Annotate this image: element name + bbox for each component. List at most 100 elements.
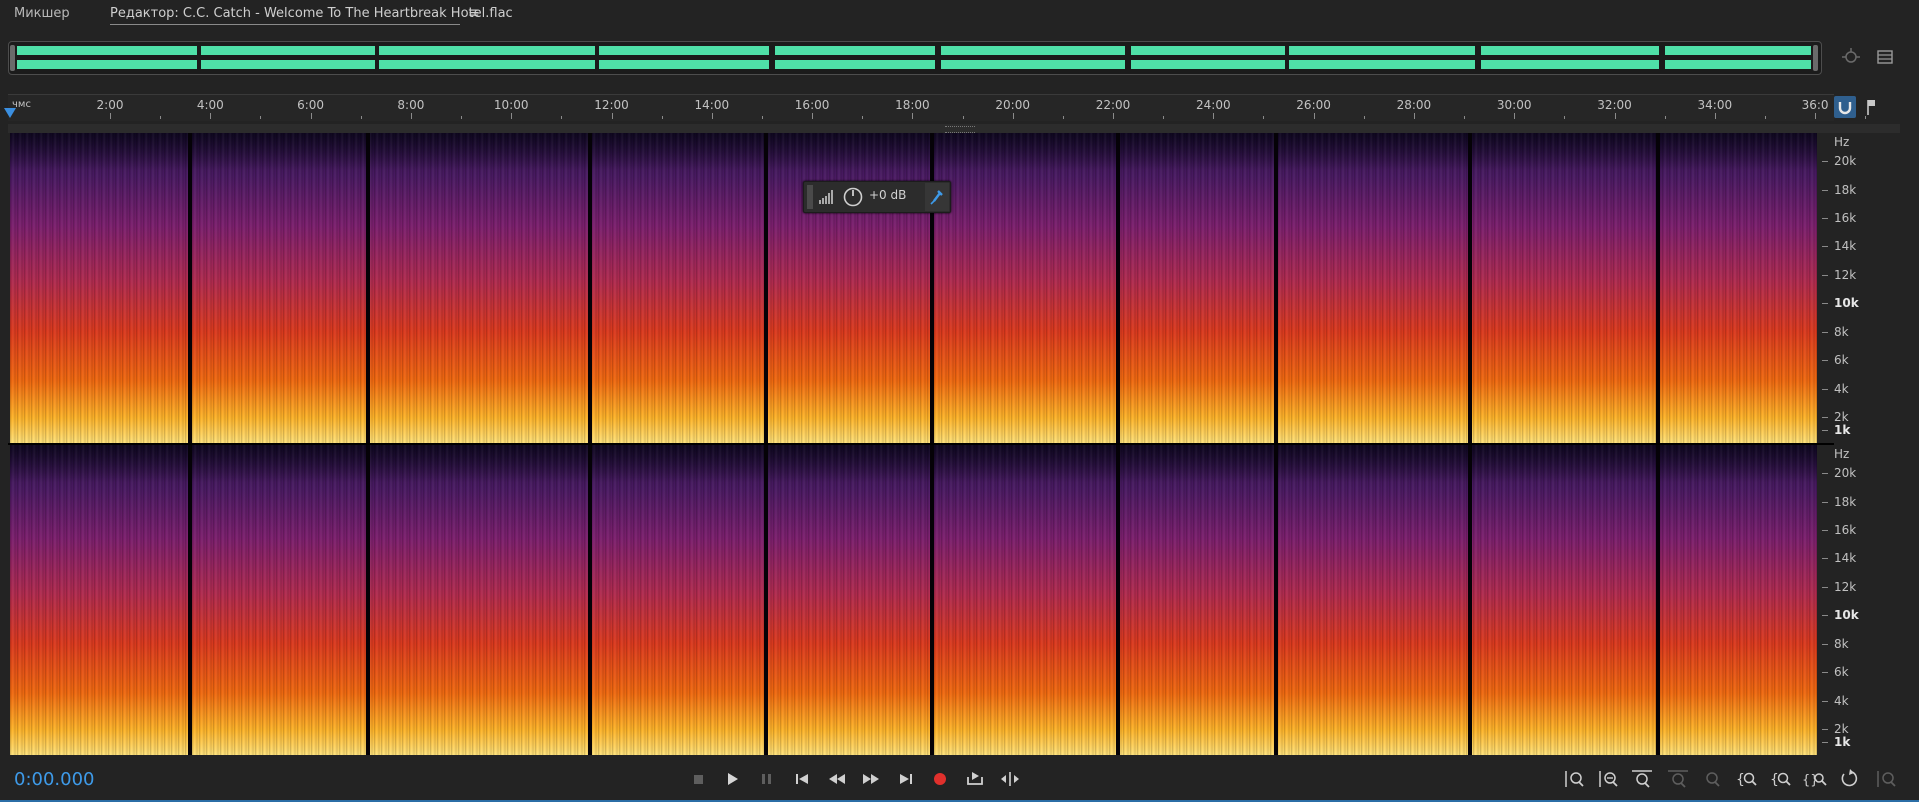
ruler-label: 10:00 bbox=[493, 98, 529, 112]
hud-pin-button[interactable] bbox=[925, 183, 949, 211]
ruler-minor-tick bbox=[461, 116, 463, 119]
hz-unit: Hz bbox=[1834, 135, 1850, 149]
overview-segment bbox=[1131, 60, 1285, 69]
hz-tick bbox=[1822, 417, 1828, 418]
rewind-icon[interactable] bbox=[824, 768, 850, 790]
zoom-in-point-icon[interactable]: { bbox=[1734, 768, 1760, 790]
hz-tick bbox=[1822, 389, 1828, 390]
pause-icon[interactable] bbox=[753, 768, 779, 790]
hz-tick bbox=[1822, 644, 1828, 645]
ruler-minor-tick bbox=[761, 116, 763, 119]
overview-segment bbox=[17, 46, 197, 55]
hud-volume[interactable]: +0 dB bbox=[803, 181, 951, 213]
spectrogram-channel-right[interactable] bbox=[10, 445, 1817, 755]
track-gap bbox=[1656, 445, 1660, 755]
zoom-selection-icon[interactable] bbox=[1700, 768, 1726, 790]
ruler-label: 14:00 bbox=[694, 98, 730, 112]
overview-right-handle[interactable] bbox=[1813, 45, 1818, 71]
ruler-minor-tick bbox=[1163, 116, 1165, 119]
hz-tick bbox=[1822, 360, 1828, 361]
zoom-reset-icon[interactable] bbox=[1840, 46, 1862, 68]
time-ruler[interactable]: чмс 2:00 4:00 6:00 8:00 10:00 12:00 14:00 16:00… bbox=[8, 94, 1867, 121]
overview-segment bbox=[1289, 60, 1475, 69]
ruler-label: 32:00 bbox=[1597, 98, 1632, 112]
ruler-major-tick bbox=[1514, 113, 1516, 119]
hud-volume-value[interactable]: +0 dB bbox=[869, 188, 906, 202]
zoom-in-time-icon[interactable] bbox=[1630, 768, 1656, 790]
record-icon[interactable] bbox=[927, 768, 953, 790]
hz-label: 18k bbox=[1834, 495, 1857, 509]
tab-bar: Микшер Редактор: C.C. Catch - Welcome To… bbox=[0, 0, 1919, 30]
ruler-label: 6:00 bbox=[297, 98, 325, 112]
overview-segment bbox=[1665, 46, 1811, 55]
zoom-out-time-icon[interactable] bbox=[1666, 768, 1692, 790]
scroll-grip[interactable] bbox=[945, 126, 975, 133]
tab-editor[interactable]: Редактор: C.C. Catch - Welcome To The He… bbox=[110, 6, 513, 21]
ruler-major-tick bbox=[812, 113, 814, 119]
overview-segment bbox=[201, 46, 375, 55]
ruler-minor-tick bbox=[260, 116, 262, 119]
skip-to-start-icon[interactable] bbox=[789, 768, 815, 790]
zoom-out-amplitude-icon[interactable] bbox=[1596, 768, 1622, 790]
ruler-major-tick bbox=[1714, 113, 1716, 119]
zoom-reset-time-icon[interactable] bbox=[1874, 768, 1900, 790]
zoom-full-icon[interactable] bbox=[1838, 768, 1864, 790]
ruler-label: 8:00 bbox=[397, 98, 425, 112]
ruler-major-tick bbox=[210, 113, 212, 119]
overview-segment bbox=[941, 60, 1125, 69]
ruler-major-tick bbox=[1113, 113, 1114, 119]
volume-knob-icon[interactable] bbox=[842, 186, 864, 208]
ruler-minor-tick bbox=[160, 116, 162, 119]
hz-tick bbox=[1822, 530, 1828, 531]
hz-tick bbox=[1822, 303, 1828, 304]
hz-label: 10k bbox=[1834, 296, 1859, 310]
list-view-icon[interactable] bbox=[1874, 46, 1896, 68]
loop-icon[interactable] bbox=[962, 768, 988, 790]
ruler-major-tick bbox=[912, 113, 914, 119]
hz-label: 16k bbox=[1834, 523, 1857, 537]
pin-icon bbox=[930, 190, 943, 205]
ruler-label: 20:00 bbox=[995, 98, 1030, 112]
fast-forward-icon[interactable] bbox=[858, 768, 884, 790]
frequency-scale-right[interactable]: Hz 20k 18k 16k 14k 12k 10k 8k 6k 4k 2k 1k bbox=[1822, 445, 1912, 755]
track-gap bbox=[1656, 133, 1660, 443]
hz-tick bbox=[1822, 587, 1828, 588]
track-gap bbox=[366, 445, 370, 755]
spectrogram-channel-left[interactable] bbox=[10, 133, 1817, 443]
ruler-label: 30:00 bbox=[1496, 98, 1532, 112]
marker-flag-icon[interactable] bbox=[1860, 96, 1882, 118]
frequency-scale-left[interactable]: Hz 20k 18k 16k 14k 12k 10k 8k 6k 4k 2k 1k bbox=[1822, 133, 1912, 443]
tab-menu-icon[interactable]: ≡ bbox=[468, 5, 480, 21]
zoom-in-out-point-icon[interactable]: {} bbox=[1802, 768, 1828, 790]
hz-label: 8k bbox=[1834, 325, 1849, 339]
ruler-minor-tick bbox=[1764, 116, 1766, 119]
ruler-minor-tick bbox=[1865, 116, 1867, 119]
hz-tick bbox=[1822, 615, 1828, 616]
level-meter-icon bbox=[819, 190, 833, 204]
hud-drag-handle[interactable] bbox=[807, 185, 813, 209]
overview-waveform-graphic bbox=[17, 46, 1811, 69]
track-gap bbox=[366, 133, 370, 443]
hz-label: 2k bbox=[1834, 722, 1849, 736]
track-gap bbox=[1274, 133, 1278, 443]
hz-label: 2k bbox=[1834, 410, 1849, 424]
skip-to-end-icon[interactable] bbox=[893, 768, 919, 790]
ruler-label: 2:00 bbox=[96, 98, 124, 112]
track-gap bbox=[930, 445, 934, 755]
play-icon[interactable] bbox=[719, 768, 745, 790]
playhead-marker[interactable] bbox=[4, 108, 16, 118]
tab-mixer[interactable]: Микшер bbox=[14, 6, 70, 21]
stop-icon[interactable] bbox=[685, 768, 711, 790]
overview-left-handle[interactable] bbox=[10, 45, 15, 71]
skip-selection-icon[interactable] bbox=[997, 768, 1023, 790]
waveform-overview[interactable] bbox=[8, 41, 1822, 75]
current-time-display[interactable]: 0:00.000 bbox=[14, 769, 95, 790]
hz-tick bbox=[1822, 332, 1828, 333]
ruler-minor-tick bbox=[360, 116, 362, 119]
snap-magnet-icon[interactable] bbox=[1834, 96, 1856, 118]
zoom-in-amplitude-icon[interactable] bbox=[1562, 768, 1588, 790]
zoom-out-point-icon[interactable]: { bbox=[1768, 768, 1794, 790]
spectrogram-image bbox=[10, 445, 1817, 755]
hz-label: 12k bbox=[1834, 580, 1857, 594]
ruler-minor-tick bbox=[1664, 116, 1666, 119]
